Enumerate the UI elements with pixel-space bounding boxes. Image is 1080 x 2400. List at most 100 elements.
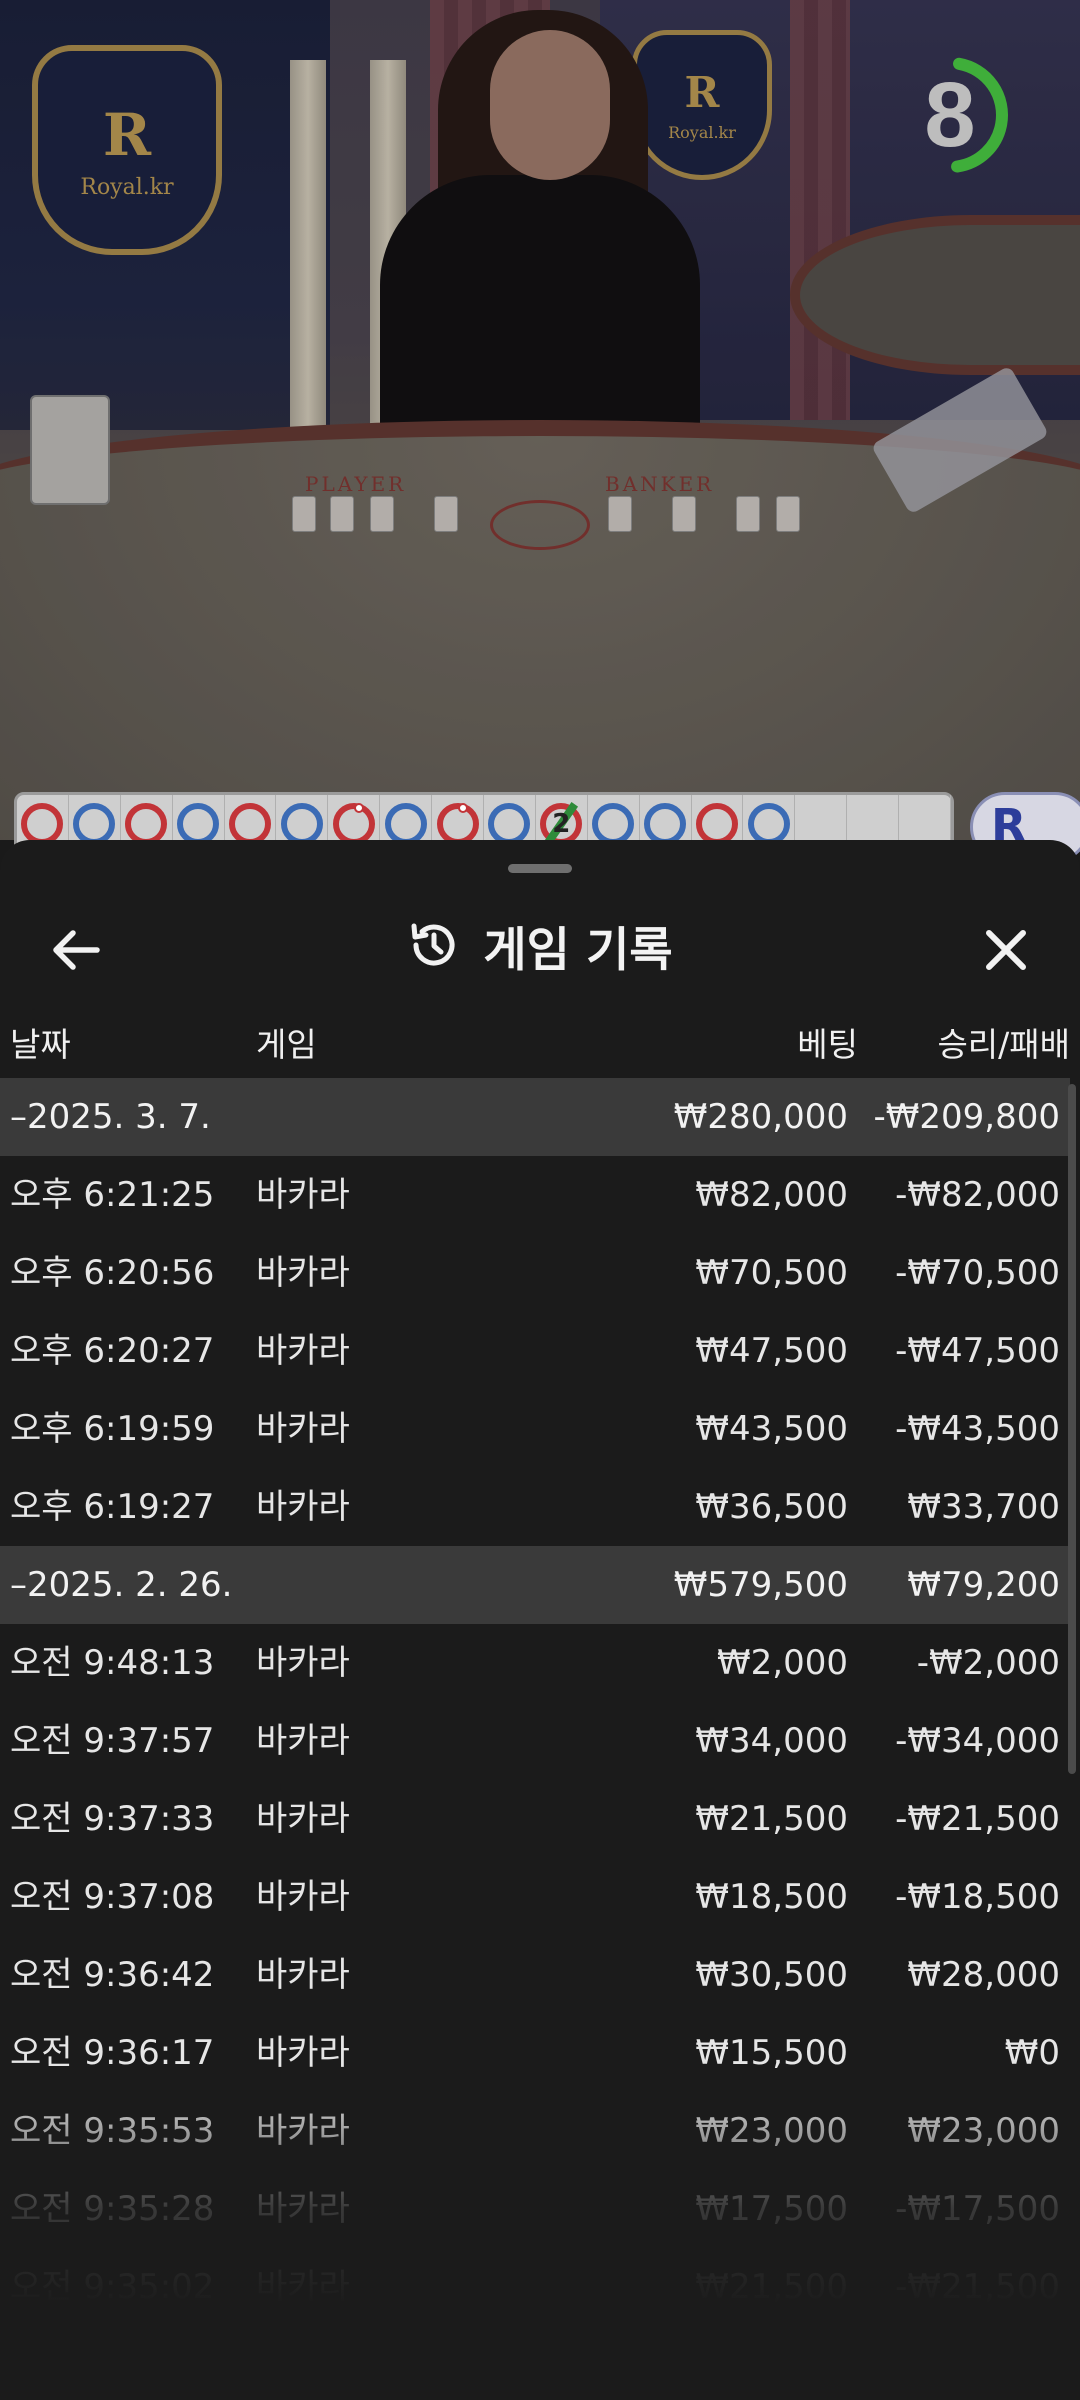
round-time: 오후 6:19:27 bbox=[10, 1487, 215, 1527]
win-loss-amount: -₩21,500 bbox=[895, 1799, 1060, 1839]
sheet-drag-handle[interactable] bbox=[508, 864, 572, 873]
player-result-ring bbox=[280, 803, 323, 845]
player-result-ring bbox=[644, 803, 687, 845]
win-loss-amount: -₩82,000 bbox=[895, 1175, 1060, 1215]
game-name: 바카라 bbox=[256, 1253, 350, 1293]
player-result-ring bbox=[747, 803, 790, 845]
sheet-title-group: 게임 기록 bbox=[0, 890, 1080, 1000]
round-time: 오전 9:35:53 bbox=[10, 2111, 215, 2151]
win-loss-amount: -₩43,500 bbox=[895, 1409, 1060, 1449]
game-name: 바카라 bbox=[256, 2111, 350, 2151]
bet-amount: ₩23,000 bbox=[695, 2111, 848, 2151]
game-name: 바카라 bbox=[256, 2267, 350, 2307]
history-row[interactable]: 오전 9:37:57 바카라 ₩34,000 -₩34,000 bbox=[0, 1702, 1070, 1780]
history-row[interactable]: 오전 9:36:42 바카라 ₩30,500 ₩28,000 bbox=[0, 1936, 1070, 2014]
win-loss-amount: ₩0 bbox=[1004, 2033, 1060, 2073]
round-time: 오후 6:20:56 bbox=[10, 1253, 215, 1293]
history-row[interactable]: 오전 9:37:08 바카라 ₩18,500 -₩18,500 bbox=[0, 1858, 1070, 1936]
column-header-date: 날짜 bbox=[10, 1025, 71, 1064]
group-date: –2025. 3. 7. bbox=[10, 1097, 211, 1137]
table-header: 날짜 게임 베팅 승리/패배 bbox=[0, 1012, 1080, 1078]
bet-amount: ₩17,500 bbox=[695, 2189, 848, 2229]
history-row[interactable]: 오전 9:35:02 바카라 ₩21,500 -₩21,500 bbox=[0, 2248, 1070, 2326]
bet-amount: ₩36,500 bbox=[695, 1487, 848, 1527]
history-row[interactable]: 오후 6:19:59 바카라 ₩43,500 -₩43,500 bbox=[0, 1390, 1070, 1468]
win-loss-amount: -₩70,500 bbox=[895, 1253, 1060, 1293]
player-result-ring bbox=[73, 803, 116, 845]
game-name: 바카라 bbox=[256, 1409, 350, 1449]
sheet-title: 게임 기록 bbox=[483, 922, 673, 978]
banker-result-ring bbox=[229, 803, 271, 845]
bet-amount: ₩70,500 bbox=[695, 1253, 848, 1293]
game-name: 바카라 bbox=[256, 1955, 350, 1995]
bet-amount: ₩2,000 bbox=[717, 1643, 848, 1683]
history-row[interactable]: 오후 6:20:56 바카라 ₩70,500 -₩70,500 bbox=[0, 1234, 1070, 1312]
history-row[interactable]: 오전 9:48:13 바카라 ₩2,000 -₩2,000 bbox=[0, 1624, 1070, 1702]
history-row[interactable]: 오후 6:20:27 바카라 ₩47,500 -₩47,500 bbox=[0, 1312, 1070, 1390]
bet-amount: ₩30,500 bbox=[695, 1955, 848, 1995]
history-row[interactable]: 오전 9:36:17 바카라 ₩15,500 ₩0 bbox=[0, 2014, 1070, 2092]
history-row[interactable]: 오전 9:37:33 바카라 ₩21,500 -₩21,500 bbox=[0, 1780, 1070, 1858]
history-list[interactable]: –2025. 3. 7. ₩280,000 -₩209,800 오후 6:21:25 바… bbox=[0, 1078, 1070, 2400]
round-time: 오전 9:35:28 bbox=[10, 2189, 215, 2229]
game-name: 바카라 bbox=[256, 1487, 350, 1527]
game-name: 바카라 bbox=[256, 1799, 350, 1839]
group-bet-total: ₩280,000 bbox=[673, 1097, 848, 1137]
round-time: 오전 9:37:33 bbox=[10, 1799, 215, 1839]
game-name: 바카라 bbox=[256, 1331, 350, 1371]
win-loss-amount: -₩18,500 bbox=[895, 1877, 1060, 1917]
arrow-left-icon bbox=[53, 930, 100, 970]
game-name: 바카라 bbox=[256, 2033, 350, 2073]
win-loss-amount: -₩34,000 bbox=[895, 1721, 1060, 1761]
round-time: 오전 9:37:57 bbox=[10, 1721, 215, 1761]
win-loss-amount: ₩33,700 bbox=[907, 1487, 1060, 1527]
history-row[interactable]: 오후 6:21:25 바카라 ₩82,000 -₩82,000 bbox=[0, 1156, 1070, 1234]
date-group-row[interactable]: –2025. 2. 26. ₩579,500 ₩79,200 bbox=[0, 1546, 1070, 1624]
game-name: 바카라 bbox=[256, 1175, 350, 1215]
win-loss-amount: -₩21,500 bbox=[895, 2267, 1060, 2307]
round-time: 오후 6:19:59 bbox=[10, 1409, 215, 1449]
history-icon bbox=[411, 923, 455, 966]
bet-amount: ₩21,500 bbox=[695, 2267, 848, 2307]
win-loss-amount: ₩23,000 bbox=[907, 2111, 1060, 2151]
round-time: 오전 9:48:13 bbox=[10, 1643, 215, 1683]
date-group-row[interactable]: –2025. 3. 7. ₩280,000 -₩209,800 bbox=[0, 1078, 1070, 1156]
history-row[interactable]: 오전 9:35:53 바카라 ₩23,000 ₩23,000 bbox=[0, 2092, 1070, 2170]
bet-amount: ₩15,500 bbox=[695, 2033, 848, 2073]
round-time: 오후 6:20:27 bbox=[10, 1331, 215, 1371]
scrollbar[interactable] bbox=[1068, 1084, 1076, 1774]
column-header-win-loss: 승리/패배 bbox=[937, 1025, 1070, 1064]
win-loss-amount: ₩28,000 bbox=[907, 1955, 1060, 1995]
player-result-ring bbox=[488, 803, 531, 845]
history-row[interactable]: 오전 9:35:28 바카라 ₩17,500 -₩17,500 bbox=[0, 2170, 1070, 2248]
bet-amount: ₩47,500 bbox=[695, 1331, 848, 1371]
group-win-loss-total: -₩209,800 bbox=[873, 1097, 1061, 1137]
round-time: 오전 9:35:02 bbox=[10, 2267, 215, 2307]
round-timer: 8 bbox=[890, 40, 1040, 190]
round-time: 오전 9:36:42 bbox=[10, 1955, 215, 1995]
round-time: 오전 9:36:17 bbox=[10, 2033, 215, 2073]
close-icon bbox=[986, 930, 1026, 970]
bet-amount: ₩82,000 bbox=[695, 1175, 848, 1215]
round-time: 오전 9:37:08 bbox=[10, 1877, 215, 1917]
game-name: 바카라 bbox=[256, 2189, 350, 2229]
banker-result-ring bbox=[21, 803, 64, 845]
player-result-ring bbox=[592, 803, 635, 845]
game-name: 바카라 bbox=[256, 1643, 350, 1683]
group-win-loss-total: ₩79,200 bbox=[907, 1565, 1060, 1605]
banker-result-ring bbox=[125, 803, 168, 845]
tie-count: 2 bbox=[552, 809, 571, 839]
column-header-game: 게임 bbox=[256, 1025, 317, 1064]
sheet-header: 게임 기록 bbox=[0, 890, 1080, 1000]
round-time: 오후 6:21:25 bbox=[10, 1175, 215, 1215]
game-name: 바카라 bbox=[256, 1721, 350, 1761]
win-loss-amount: -₩17,500 bbox=[895, 2189, 1060, 2229]
game-history-sheet: 게임 기록 날짜 게임 베팅 승리/패배 –2025. 3. 7. ₩280,00… bbox=[0, 840, 1080, 2400]
game-name: 바카라 bbox=[256, 1877, 350, 1917]
history-row[interactable]: 오후 6:19:27 바카라 ₩36,500 ₩33,700 bbox=[0, 1468, 1070, 1546]
bet-amount: ₩43,500 bbox=[695, 1409, 848, 1449]
back-button[interactable] bbox=[40, 914, 112, 986]
group-bet-total: ₩579,500 bbox=[673, 1565, 848, 1605]
timer-value: 8 bbox=[924, 63, 976, 166]
close-button[interactable] bbox=[970, 914, 1042, 986]
